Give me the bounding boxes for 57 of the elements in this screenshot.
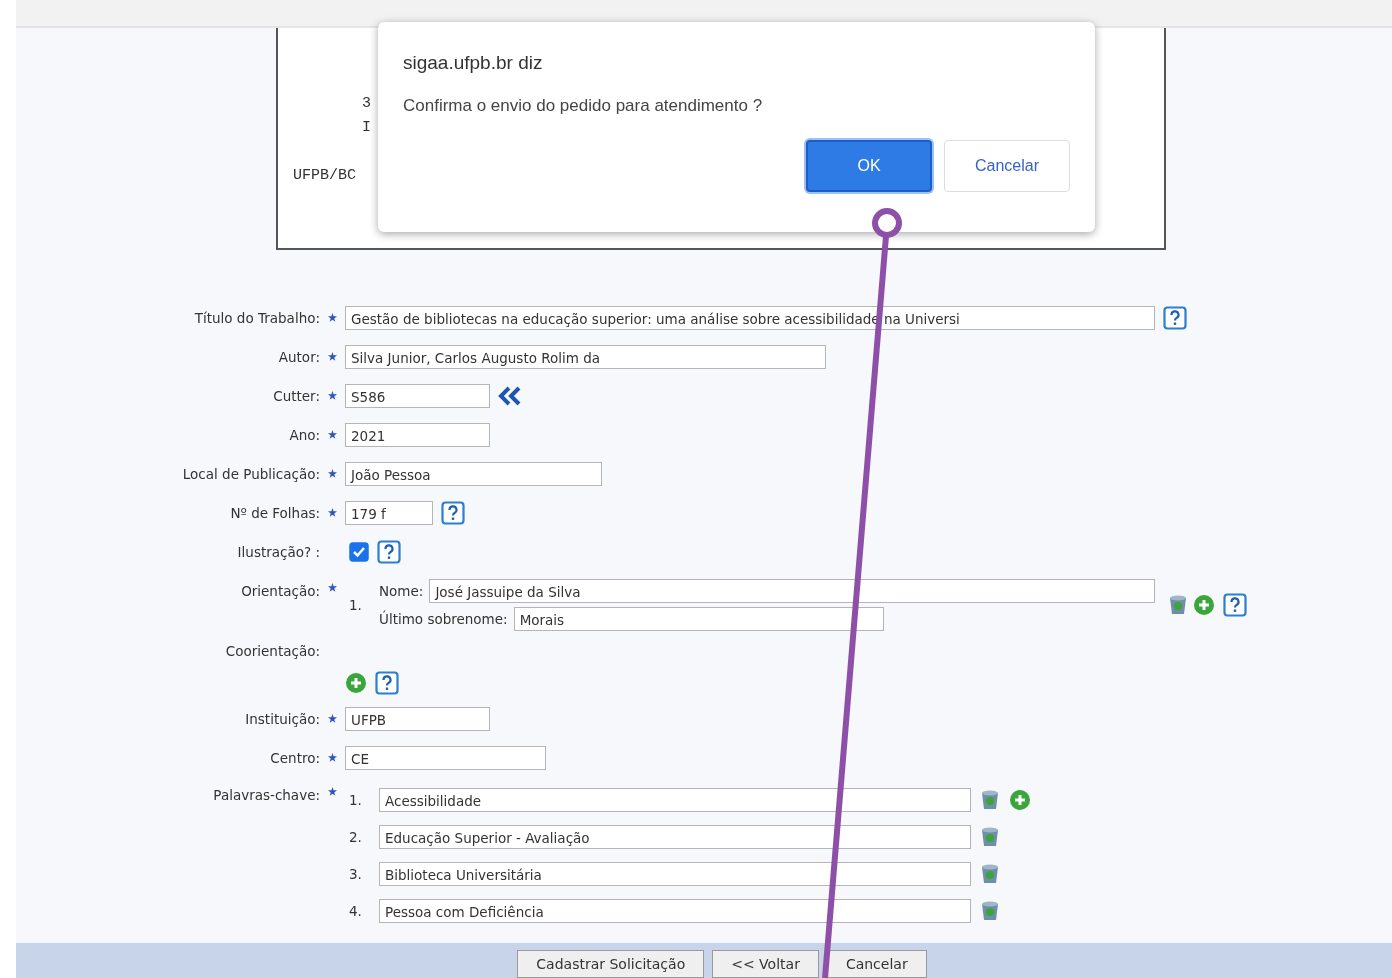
help-icon[interactable] [377,539,401,564]
text-field[interactable]: S586 [345,383,490,408]
field-label: Título do Trabalho: [194,309,320,326]
entry-number: 2. [349,828,363,845]
text-field[interactable]: Biblioteca Universitária [379,861,971,886]
field-label: Local de Publicação: [182,465,320,482]
text-field[interactable]: 2021 [345,422,490,447]
dialog-button[interactable]: Cancelar [944,140,1070,192]
field-label: Coorientação: [225,643,320,659]
card-text: UFPB/BC [293,167,356,184]
dialog-title: sigaa.ufpb.br diz [403,52,544,74]
form-button[interactable]: << Voltar [712,950,819,978]
field-label: Palavras-chave: [213,787,320,803]
text-field[interactable]: CE [345,745,546,770]
trash-icon[interactable] [979,899,1001,922]
add-icon[interactable] [1193,594,1216,616]
dialog-button[interactable]: OK [806,140,932,192]
field-label: Autor: [278,348,320,365]
field-label: Ilustração? : [237,543,320,560]
double-chevron-icon[interactable] [498,385,522,406]
help-icon[interactable] [375,671,399,695]
entry-number: 1. [349,791,363,808]
trash-icon[interactable] [979,825,1001,848]
text-field[interactable]: Morais [513,607,884,631]
dialog-message: Confirma o envio do pedido para atendimento ? [403,96,764,116]
field-label: Instituição: [245,710,320,727]
field-label: Nº de Folhas: [230,504,320,521]
card-text: I [362,119,371,136]
entry-number: 1. [349,597,363,613]
field-label: Centro: [270,749,320,766]
text-field[interactable]: João Pessoa [345,461,602,486]
field-label: Nome: [379,583,424,599]
text-field[interactable]: José Jassuipe da Silva [429,579,1156,603]
text-field[interactable]: Silva Junior, Carlos Augusto Rolim da [345,344,826,369]
help-icon[interactable] [1163,305,1187,330]
text-field[interactable]: Acessibilidade [379,787,971,812]
trash-icon[interactable] [979,788,1001,811]
text-field[interactable]: 179 f [345,500,433,525]
field-label: Último sobrenome: [379,611,508,627]
text-field[interactable]: UFPB [345,706,490,731]
field-label: Ano: [289,426,320,443]
add-icon[interactable] [1009,788,1031,811]
field-label: Cutter: [273,387,320,404]
card-text: 3 [362,95,371,112]
text-field[interactable]: Pessoa com Deficiência [379,898,971,923]
entry-number: 3. [349,865,363,882]
form-button[interactable]: Cadastrar Solicitação [517,950,705,978]
help-icon[interactable] [441,500,465,525]
form-button[interactable]: Cancelar [826,950,927,978]
checkbox[interactable] [349,541,369,562]
add-icon[interactable] [345,672,367,694]
trash-icon[interactable] [979,862,1001,885]
text-field[interactable]: Educação Superior - Avaliação [379,824,971,849]
text-field[interactable]: Gestão de bibliotecas na educação superior: uma análise sobre acessibilidade na Universi [345,305,1155,330]
entry-number: 4. [349,902,363,919]
help-icon[interactable] [1223,593,1248,617]
field-label: Orientação: [241,583,320,599]
